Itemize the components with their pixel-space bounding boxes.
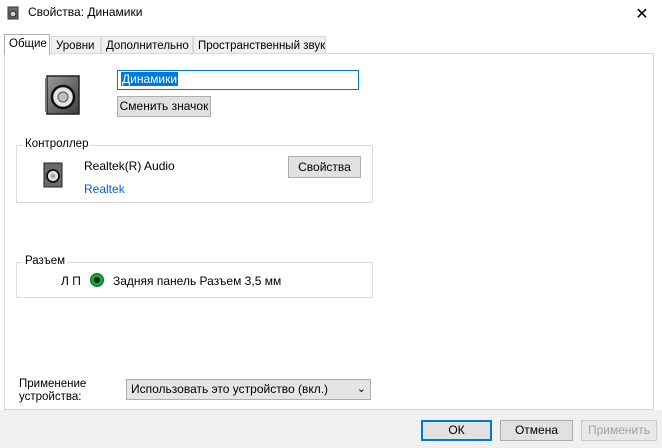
window-title: Свойства: Динамики	[28, 5, 143, 19]
tab-spatial-sound[interactable]: Пространственный звук	[193, 36, 326, 54]
jack-group-label: Разъем	[23, 255, 68, 267]
device-name-input[interactable]: Динамики	[117, 70, 359, 90]
tab-panel	[4, 53, 654, 410]
tab-general-label: Общие	[9, 38, 47, 50]
chevron-down-icon: ⌄	[356, 383, 366, 395]
apply-button[interactable]: Применить	[581, 420, 657, 441]
change-icon-button[interactable]: Сменить значок	[117, 96, 211, 117]
close-button[interactable]: ✕	[622, 0, 662, 28]
controller-properties-button[interactable]: Свойства	[288, 156, 361, 178]
device-usage-label-line1: Применение	[19, 378, 87, 390]
jack-description: Задняя панель Разъем 3,5 мм	[113, 274, 282, 288]
device-name-value: Динамики	[121, 72, 179, 86]
jack-channels: Л П	[61, 274, 81, 288]
tab-levels[interactable]: Уровни	[51, 36, 101, 54]
jack-color-icon	[90, 273, 104, 287]
speaker-icon	[45, 75, 80, 115]
title-bar: Свойства: Динамики ✕	[0, 0, 662, 28]
controller-group-label: Контроллер	[23, 138, 91, 150]
tab-advanced-label: Дополнительно	[106, 40, 189, 52]
close-icon: ✕	[635, 6, 649, 23]
cancel-button[interactable]: Отмена	[500, 420, 573, 441]
speaker-icon	[43, 162, 63, 188]
device-usage-label-line2: устройства:	[19, 391, 82, 403]
tab-advanced[interactable]: Дополнительно	[101, 36, 193, 54]
ok-button[interactable]: ОК	[421, 420, 492, 441]
device-usage-selected: Использовать это устройство (вкл.)	[131, 382, 329, 396]
controller-name: Realtek(R) Audio	[84, 159, 175, 173]
device-usage-select[interactable]: Использовать это устройство (вкл.) ⌄	[126, 379, 371, 400]
controller-vendor-link[interactable]: Realtek	[84, 182, 125, 196]
tab-levels-label: Уровни	[56, 40, 95, 52]
tab-spatial-sound-label: Пространственный звук	[198, 40, 326, 52]
speaker-icon	[7, 6, 19, 20]
device-usage-label: Применение устройства:	[19, 378, 86, 404]
tab-general[interactable]: Общие	[4, 34, 50, 55]
